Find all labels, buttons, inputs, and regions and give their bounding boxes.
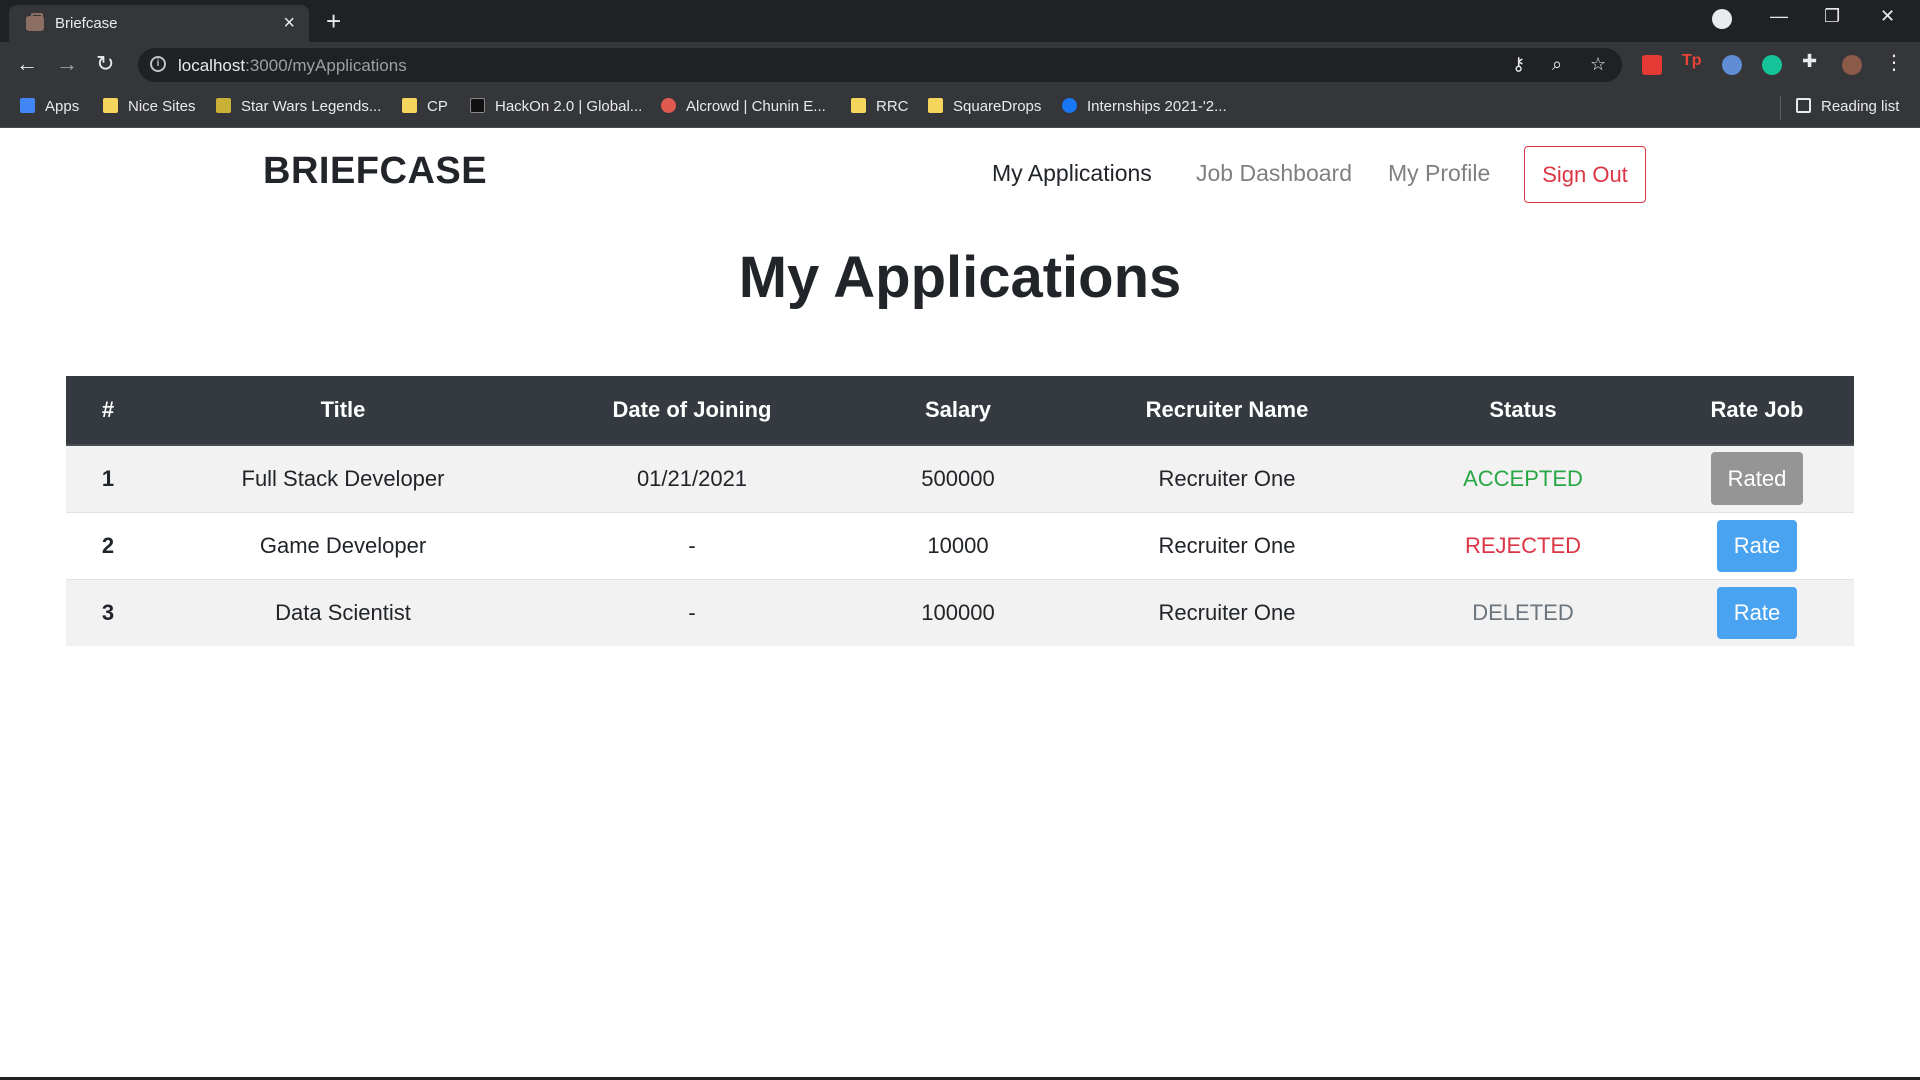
date-of-joining: - xyxy=(536,511,848,579)
row-number: 3 xyxy=(66,578,150,646)
job-title: Data Scientist xyxy=(150,578,536,646)
table-header-row: # Title Date of Joining Salary Recruiter… xyxy=(66,376,1854,446)
tab-title: Briefcase xyxy=(55,15,118,32)
job-title: Game Developer xyxy=(150,511,536,579)
column-header-rate-job: Rate Job xyxy=(1660,376,1854,446)
bookmark-item[interactable]: Nice Sites xyxy=(103,98,196,115)
recruiter-name: Recruiter One xyxy=(1068,444,1386,512)
bookmarks-bar: Apps Nice Sites Star Wars Legends... CP … xyxy=(0,88,1920,128)
salary: 100000 xyxy=(848,578,1068,646)
bookmark-apps[interactable]: Apps xyxy=(20,98,79,115)
window-close-icon[interactable]: ✕ xyxy=(1880,6,1895,27)
profile-menu-icon[interactable] xyxy=(1712,9,1732,29)
row-number: 1 xyxy=(66,444,150,512)
recruiter-name: Recruiter One xyxy=(1068,578,1386,646)
nav-my-profile[interactable]: My Profile xyxy=(1388,160,1490,187)
salary: 10000 xyxy=(848,511,1068,579)
tp-extension-icon[interactable]: Tp xyxy=(1682,52,1702,72)
close-tab-icon[interactable]: × xyxy=(283,12,295,35)
column-header-date: Date of Joining xyxy=(536,376,848,446)
bookmark-item[interactable]: Alcrowd | Chunin E... xyxy=(661,98,826,115)
nav-job-dashboard[interactable]: Job Dashboard xyxy=(1196,160,1352,187)
bookmark-favicon-icon xyxy=(470,98,485,113)
briefcase-icon xyxy=(26,13,44,31)
rate-cell: Rate xyxy=(1660,511,1854,579)
rated-button[interactable]: Rated xyxy=(1710,452,1804,506)
grammarly-icon[interactable] xyxy=(1762,55,1782,75)
bookmark-favicon-icon xyxy=(216,98,231,113)
page-title: My Applications xyxy=(738,245,1182,310)
extension-icon[interactable] xyxy=(1722,55,1742,75)
restore-icon[interactable]: ❐ xyxy=(1824,6,1840,27)
rate-cell: Rate xyxy=(1660,578,1854,646)
nav-my-applications[interactable]: My Applications xyxy=(992,160,1152,187)
extension-icon[interactable] xyxy=(1642,55,1662,75)
column-header-number: # xyxy=(66,376,150,446)
row-number: 2 xyxy=(66,511,150,579)
extensions-puzzle-icon[interactable]: ✚ xyxy=(1802,51,1822,71)
forward-icon[interactable]: → xyxy=(56,51,78,77)
browser-tab[interactable]: Briefcase × xyxy=(9,5,309,42)
browser-tabstrip: Briefcase × + — ❐ ✕ xyxy=(0,0,1920,42)
bookmark-item[interactable]: HackOn 2.0 | Global... xyxy=(470,98,642,115)
avatar[interactable] xyxy=(1842,55,1862,75)
key-icon[interactable]: ⚷ xyxy=(1512,54,1525,75)
bookmark-item[interactable]: SquareDrops xyxy=(928,98,1041,115)
column-header-salary: Salary xyxy=(848,376,1068,446)
facebook-icon xyxy=(1062,98,1077,113)
date-of-joining: - xyxy=(536,578,848,646)
table-row: 3 Data Scientist - 100000 Recruiter One … xyxy=(66,578,1854,646)
reading-list-icon xyxy=(1796,98,1811,113)
bookmark-favicon-icon xyxy=(661,98,676,113)
bookmark-divider xyxy=(1780,96,1781,120)
reload-icon[interactable]: ↻ xyxy=(96,51,114,77)
rate-button[interactable]: Rate xyxy=(1716,519,1798,572)
brand-logo[interactable]: BRIEFCASE xyxy=(263,150,487,193)
site-info-icon[interactable]: i xyxy=(150,56,166,72)
folder-icon xyxy=(928,98,943,113)
applications-table: # Title Date of Joining Salary Recruiter… xyxy=(66,376,1854,646)
rate-cell: Rated xyxy=(1660,444,1854,512)
column-header-status: Status xyxy=(1386,376,1660,446)
date-of-joining: 01/21/2021 xyxy=(536,444,848,512)
bookmark-star-icon[interactable]: ☆ xyxy=(1590,54,1606,75)
sign-out-button[interactable]: Sign Out xyxy=(1524,146,1646,203)
address-bar[interactable]: i localhost:3000/myApplications ⚷ ⌕ ☆ xyxy=(138,48,1622,82)
bookmark-item[interactable]: Star Wars Legends... xyxy=(216,98,381,115)
reading-list-button[interactable]: Reading list xyxy=(1796,98,1899,115)
browser-toolbar: ← → ↻ i localhost:3000/myApplications ⚷ … xyxy=(0,42,1920,88)
bookmark-item[interactable]: Internships 2021-'2... xyxy=(1062,98,1227,115)
column-header-title: Title xyxy=(150,376,536,446)
new-tab-icon[interactable]: + xyxy=(326,6,341,37)
column-header-recruiter: Recruiter Name xyxy=(1068,376,1386,446)
folder-icon xyxy=(402,98,417,113)
back-icon[interactable]: ← xyxy=(16,51,38,77)
status-badge: DELETED xyxy=(1386,578,1660,646)
folder-icon xyxy=(103,98,118,113)
table-row: 2 Game Developer - 10000 Recruiter One R… xyxy=(66,511,1854,579)
zoom-icon[interactable]: ⌕ xyxy=(1552,54,1562,75)
status-badge: ACCEPTED xyxy=(1386,444,1660,512)
bookmark-item[interactable]: RRC xyxy=(851,98,909,115)
table-row: 1 Full Stack Developer 01/21/2021 500000… xyxy=(66,444,1854,512)
bookmark-item[interactable]: CP xyxy=(402,98,448,115)
status-badge: REJECTED xyxy=(1386,511,1660,579)
browser-menu-icon[interactable]: ⋮ xyxy=(1884,50,1904,74)
recruiter-name: Recruiter One xyxy=(1068,511,1386,579)
salary: 500000 xyxy=(848,444,1068,512)
job-title: Full Stack Developer xyxy=(150,444,536,512)
apps-grid-icon xyxy=(20,98,35,113)
url-text[interactable]: localhost:3000/myApplications xyxy=(178,56,407,76)
rate-button[interactable]: Rate xyxy=(1716,586,1798,639)
minimize-icon[interactable]: — xyxy=(1770,6,1788,27)
folder-icon xyxy=(851,98,866,113)
